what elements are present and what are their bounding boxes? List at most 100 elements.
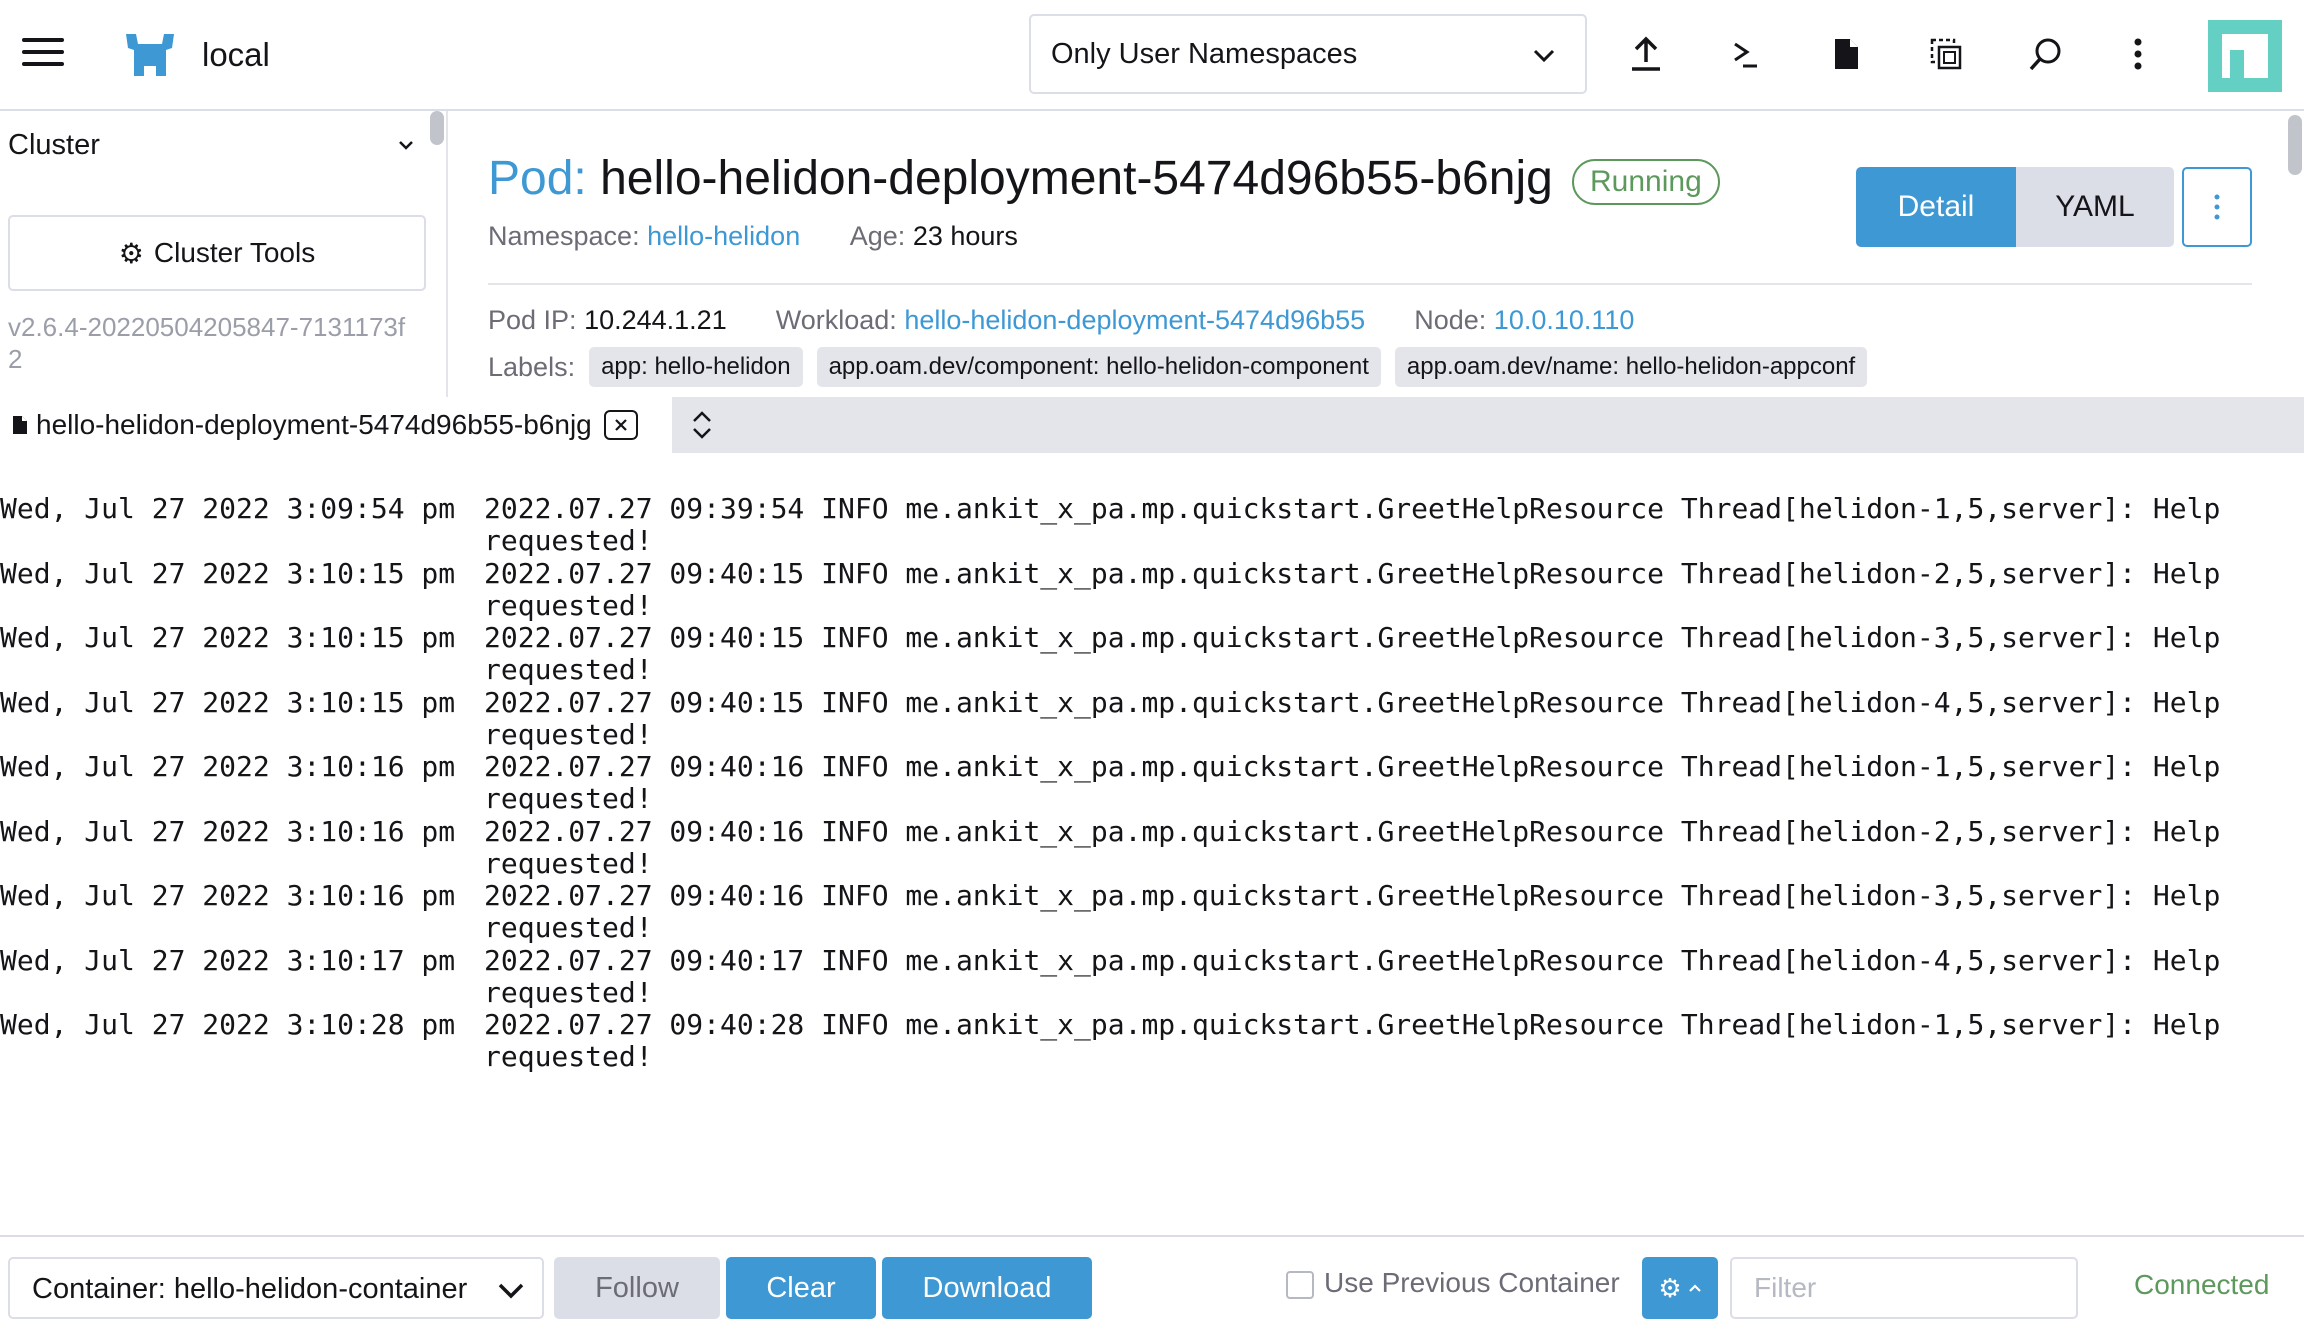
version-text: v2.6.4-20220504205847-7131173f2 [8, 312, 406, 374]
log-timestamp: Wed, Jul 27 2022 3:09:54 pm [0, 492, 456, 525]
log-message: 2022.07.27 09:40:28 INFO me.ankit_x_pa.m… [484, 1008, 2238, 1073]
log-line: Wed, Jul 27 2022 3:10:17 pm 2022.07.27 09… [0, 943, 2304, 1010]
log-tab-title: hello-helidon-deployment-5474d96b55-b6nj… [36, 409, 592, 440]
log-window-tabbar: hello-helidon-deployment-5474d96b55-b6nj… [0, 397, 2304, 453]
status-badge: Running [1572, 159, 1720, 205]
resource-type-prefix: Pod: [488, 152, 587, 205]
log-message: 2022.07.27 09:40:16 INFO me.ankit_x_pa.m… [484, 814, 2238, 880]
close-icon [614, 419, 627, 431]
terminal-icon [1734, 42, 1757, 68]
file-icon [13, 416, 27, 434]
log-timestamp: Wed, Jul 27 2022 3:10:28 pm [0, 1008, 456, 1041]
sidebar-scrollbar[interactable] [430, 111, 444, 145]
pod-actions-button[interactable] [2182, 167, 2252, 247]
clear-button[interactable]: Clear [726, 1257, 876, 1319]
use-previous-container-checkbox[interactable] [1286, 1271, 1314, 1299]
workload-key: Workload: [775, 305, 897, 335]
cluster-section-label: Cluster [8, 129, 100, 161]
label-tag: app.oam.dev/component: hello-helidon-com… [816, 347, 1381, 387]
log-message: 2022.07.27 09:40:16 INFO me.ankit_x_pa.m… [484, 879, 2238, 944]
chevron-down-icon [399, 141, 413, 150]
chevron-up-icon [1688, 1284, 1701, 1292]
left-sidebar: Cluster ⚙ Cluster Tools v2.6.4-202205042… [0, 111, 448, 397]
log-timestamp: Wed, Jul 27 2022 3:10:16 pm [0, 750, 456, 783]
log-line: Wed, Jul 27 2022 3:10:16 pm 2022.07.27 09… [0, 814, 2304, 881]
log-line: Wed, Jul 27 2022 3:10:15 pm 2022.07.27 09… [0, 622, 2304, 687]
cluster-section-toggle[interactable]: Cluster [8, 129, 416, 169]
tab-yaml[interactable]: YAML [2016, 167, 2174, 247]
tab-detail[interactable]: Detail [1856, 167, 2016, 247]
copy-icon [1930, 38, 1962, 70]
gear-icon: ⚙ [118, 237, 144, 269]
log-message: 2022.07.27 09:40:16 INFO me.ankit_x_pa.m… [484, 750, 2238, 815]
workload-link[interactable]: hello-helidon-deployment-5474d96b55 [904, 305, 1365, 335]
pod-meta-row: Namespace: hello-helidon Age: 23 hours [488, 221, 1018, 252]
kubectl-shell-button[interactable] [1724, 32, 1768, 76]
pod-ip-value: 10.244.1.21 [584, 305, 727, 335]
gear-icon: ⚙ [1658, 1272, 1682, 1303]
kubeconfig-button[interactable] [1824, 32, 1868, 76]
log-settings-button[interactable]: ⚙ [1642, 1257, 1718, 1319]
log-timestamp: Wed, Jul 27 2022 3:10:15 pm [0, 556, 456, 590]
namespace-filter-value: Only User Namespaces [1051, 38, 1358, 70]
log-tab[interactable]: hello-helidon-deployment-5474d96b55-b6nj… [0, 397, 672, 453]
pod-detail-main: Pod: hello-helidon-deployment-5474d96b55… [450, 111, 2304, 397]
top-header: local Only User Namespaces [0, 0, 2304, 111]
search-resources-button[interactable] [2024, 32, 2068, 76]
age-value: 23 hours [912, 221, 1018, 251]
main-scrollbar[interactable] [2288, 115, 2302, 175]
view-mode-tabs: Detail YAML [1856, 167, 2174, 247]
log-timestamp: Wed, Jul 27 2022 3:10:16 pm [0, 814, 456, 848]
pod-info-row: Pod IP: 10.244.1.21 Workload: hello-heli… [488, 305, 1634, 336]
connection-status: Connected [2134, 1269, 2270, 1300]
namespace-key: Namespace: [488, 221, 640, 251]
page-title: Pod: hello-helidon-deployment-5474d96b55… [488, 151, 1553, 206]
copy-kubeconfig-button[interactable] [1924, 32, 1968, 76]
expand-collapse-icon[interactable] [688, 409, 716, 441]
log-timestamp: Wed, Jul 27 2022 3:10:17 pm [0, 943, 456, 977]
log-line: Wed, Jul 27 2022 3:10:15 pm 2022.07.27 09… [0, 556, 2304, 623]
namespace-link[interactable]: hello-helidon [647, 221, 800, 251]
filter-input[interactable] [1730, 1257, 2078, 1319]
brand-logo-icon [2208, 20, 2282, 92]
close-tab-button[interactable] [603, 410, 638, 440]
menu-icon[interactable] [22, 38, 64, 70]
label-tag: app.oam.dev/name: hello-helidon-appconf [1394, 347, 1868, 387]
cluster-name: local [202, 36, 270, 73]
import-yaml-button[interactable] [1624, 32, 1668, 76]
log-message: 2022.07.27 09:40:15 INFO me.ankit_x_pa.m… [484, 685, 2238, 751]
log-line: Wed, Jul 27 2022 3:10:28 pm 2022.07.27 09… [0, 1009, 2304, 1074]
namespace-filter-select[interactable]: Only User Namespaces [1029, 14, 1587, 94]
follow-button[interactable]: Follow [554, 1257, 720, 1319]
chevron-down-icon [498, 1283, 524, 1299]
download-button[interactable]: Download [882, 1257, 1092, 1319]
log-footer: Container: hello-helidon-container Follo… [0, 1235, 2304, 1328]
upload-icon [1632, 36, 1660, 71]
container-select[interactable]: Container: hello-helidon-container [8, 1257, 544, 1319]
cluster-tools-button[interactable]: ⚙ Cluster Tools [8, 215, 426, 291]
log-message: 2022.07.27 09:40:15 INFO me.ankit_x_pa.m… [484, 556, 2238, 622]
search-icon [2029, 38, 2061, 71]
log-line: Wed, Jul 27 2022 3:09:54 pm 2022.07.27 09… [0, 493, 2304, 558]
node-link[interactable]: 10.0.10.110 [1494, 305, 1635, 335]
log-message: 2022.07.27 09:40:17 INFO me.ankit_x_pa.m… [484, 943, 2238, 1009]
log-timestamp: Wed, Jul 27 2022 3:10:16 pm [0, 879, 456, 912]
log-timestamp: Wed, Jul 27 2022 3:10:15 pm [0, 621, 456, 654]
cluster-tools-label: Cluster Tools [153, 237, 316, 268]
node-key: Node: [1414, 305, 1487, 335]
vertical-ellipsis-icon [2134, 38, 2142, 70]
header-divider [488, 283, 2252, 285]
log-output[interactable]: Wed, Jul 27 2022 3:09:54 pm 2022.07.27 09… [0, 453, 2304, 1235]
more-actions-button[interactable] [2116, 32, 2160, 76]
cluster-logo-icon [126, 34, 174, 76]
pod-ip-key: Pod IP: [488, 305, 577, 335]
log-message: 2022.07.27 09:39:54 INFO me.ankit_x_pa.m… [484, 492, 2238, 557]
log-timestamp: Wed, Jul 27 2022 3:10:15 pm [0, 685, 456, 719]
log-line: Wed, Jul 27 2022 3:10:15 pm 2022.07.27 09… [0, 685, 2304, 752]
age-key: Age: [849, 221, 906, 251]
pod-name: hello-helidon-deployment-5474d96b55-b6nj… [600, 152, 1553, 205]
log-line: Wed, Jul 27 2022 3:10:16 pm 2022.07.27 09… [0, 751, 2304, 816]
chevron-down-icon [1533, 49, 1555, 63]
log-line: Wed, Jul 27 2022 3:10:16 pm 2022.07.27 09… [0, 880, 2304, 945]
labels-row: Labels: app: hello-helidon app.oam.dev/c… [488, 347, 1881, 387]
